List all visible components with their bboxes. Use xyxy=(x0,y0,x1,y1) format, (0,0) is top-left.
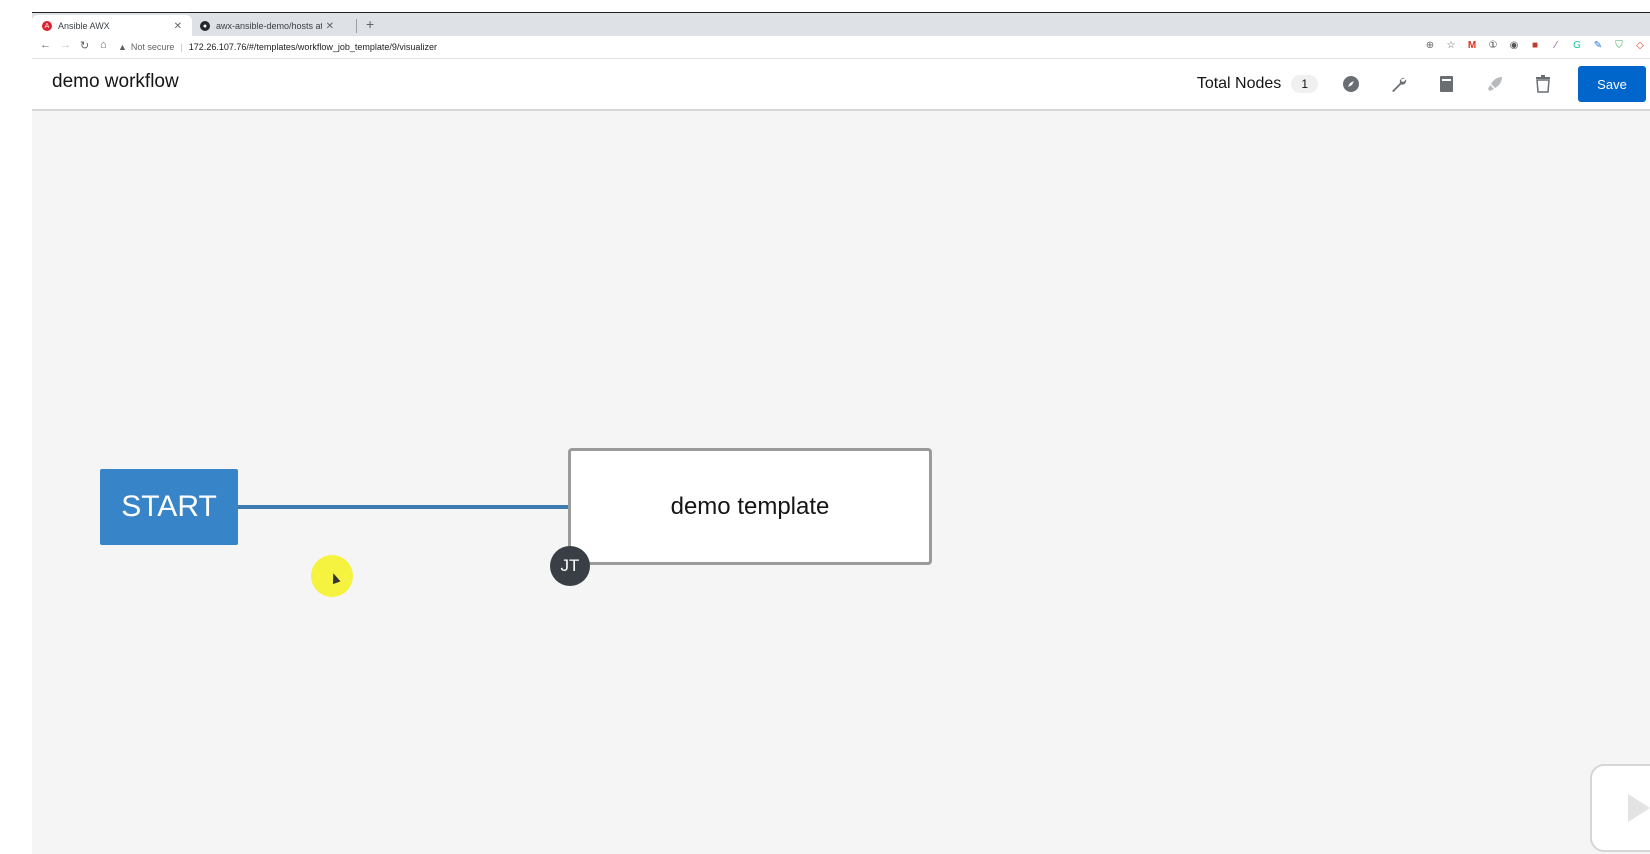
page-title: demo workflow xyxy=(52,71,179,92)
security-label: Not secure xyxy=(130,42,175,52)
new-tab-icon[interactable]: + xyxy=(366,16,374,32)
workflow-link[interactable] xyxy=(238,505,568,509)
warning-icon: ▲ xyxy=(118,42,127,52)
tab-separator xyxy=(356,19,357,33)
tab-strip: A Ansible AWX ✕ ● awx-ansible-demo/hosts… xyxy=(32,12,1650,37)
close-tab-icon[interactable]: ✕ xyxy=(326,21,334,32)
github-icon: ● xyxy=(200,21,210,31)
browser-toolbar: ← → ↻ ⌂ ▲ Not secure | 172.26.107.76/#/t… xyxy=(32,36,1650,59)
workflow-canvas[interactable]: START demo template JT xyxy=(32,111,1650,854)
compass-icon[interactable] xyxy=(1338,71,1364,97)
address-bar[interactable]: ▲ Not secure | 172.26.107.76/#/templates… xyxy=(118,37,1460,57)
node-name: demo template xyxy=(670,492,830,520)
tab-title: awx-ansible-demo/hosts at mas xyxy=(216,21,322,31)
total-nodes-badge: 1 xyxy=(1291,75,1318,93)
extension-tray: ⊕ ☆ M ① ◉ ■ ∕ G ✎ ⛉ ◇ xyxy=(1424,39,1646,51)
back-icon[interactable]: ← xyxy=(40,39,51,51)
url-separator: | xyxy=(180,42,183,52)
total-nodes-label: Total Nodes xyxy=(1196,75,1282,92)
tab-title: Ansible AWX xyxy=(58,21,110,31)
header-actions: Total Nodes 1 Save xyxy=(1196,66,1646,102)
url-text: 172.26.107.76/#/templates/workflow_job_t… xyxy=(188,42,437,52)
workflow-node[interactable]: demo template xyxy=(568,448,932,565)
reload-icon[interactable]: ↻ xyxy=(80,39,89,52)
tab-ansible-awx[interactable]: A Ansible AWX ✕ xyxy=(32,15,192,37)
close-tab-icon[interactable]: ✕ xyxy=(174,21,182,32)
star-icon[interactable]: ☆ xyxy=(1445,39,1457,51)
trash-icon[interactable] xyxy=(1530,71,1556,97)
left-gutter xyxy=(0,0,32,854)
tab-github[interactable]: ● awx-ansible-demo/hosts at mas ✕ xyxy=(192,15,342,37)
grammarly-icon[interactable]: G xyxy=(1571,39,1583,51)
wrench-icon[interactable] xyxy=(1386,71,1412,97)
pen-icon[interactable]: ✎ xyxy=(1592,39,1604,51)
zoom-icon[interactable]: ⊕ xyxy=(1424,39,1436,51)
workflow-visualizer-header: demo workflow Total Nodes 1 Save xyxy=(32,59,1650,111)
extension-icon[interactable]: ∕ xyxy=(1550,39,1562,51)
extension-icon[interactable]: ◉ xyxy=(1508,39,1520,51)
extension-icon[interactable]: ■ xyxy=(1529,39,1541,51)
play-icon xyxy=(1628,794,1650,822)
gmail-icon[interactable]: M xyxy=(1466,39,1478,51)
browser-window: A Ansible AWX ✕ ● awx-ansible-demo/hosts… xyxy=(32,12,1650,854)
password-icon[interactable]: ① xyxy=(1487,39,1499,51)
book-icon[interactable] xyxy=(1434,71,1460,97)
extension-icon[interactable]: ◇ xyxy=(1634,39,1646,51)
forward-icon[interactable]: → xyxy=(60,39,71,51)
start-node[interactable]: START xyxy=(100,469,238,545)
job-template-badge: JT xyxy=(550,546,590,586)
home-icon[interactable]: ⌂ xyxy=(100,39,107,51)
video-player-watermark xyxy=(1590,764,1650,852)
shield-icon[interactable]: ⛉ xyxy=(1613,39,1625,51)
save-button[interactable]: Save xyxy=(1578,66,1646,102)
awx-favicon-icon: A xyxy=(42,21,52,31)
rocket-icon[interactable] xyxy=(1482,71,1508,97)
